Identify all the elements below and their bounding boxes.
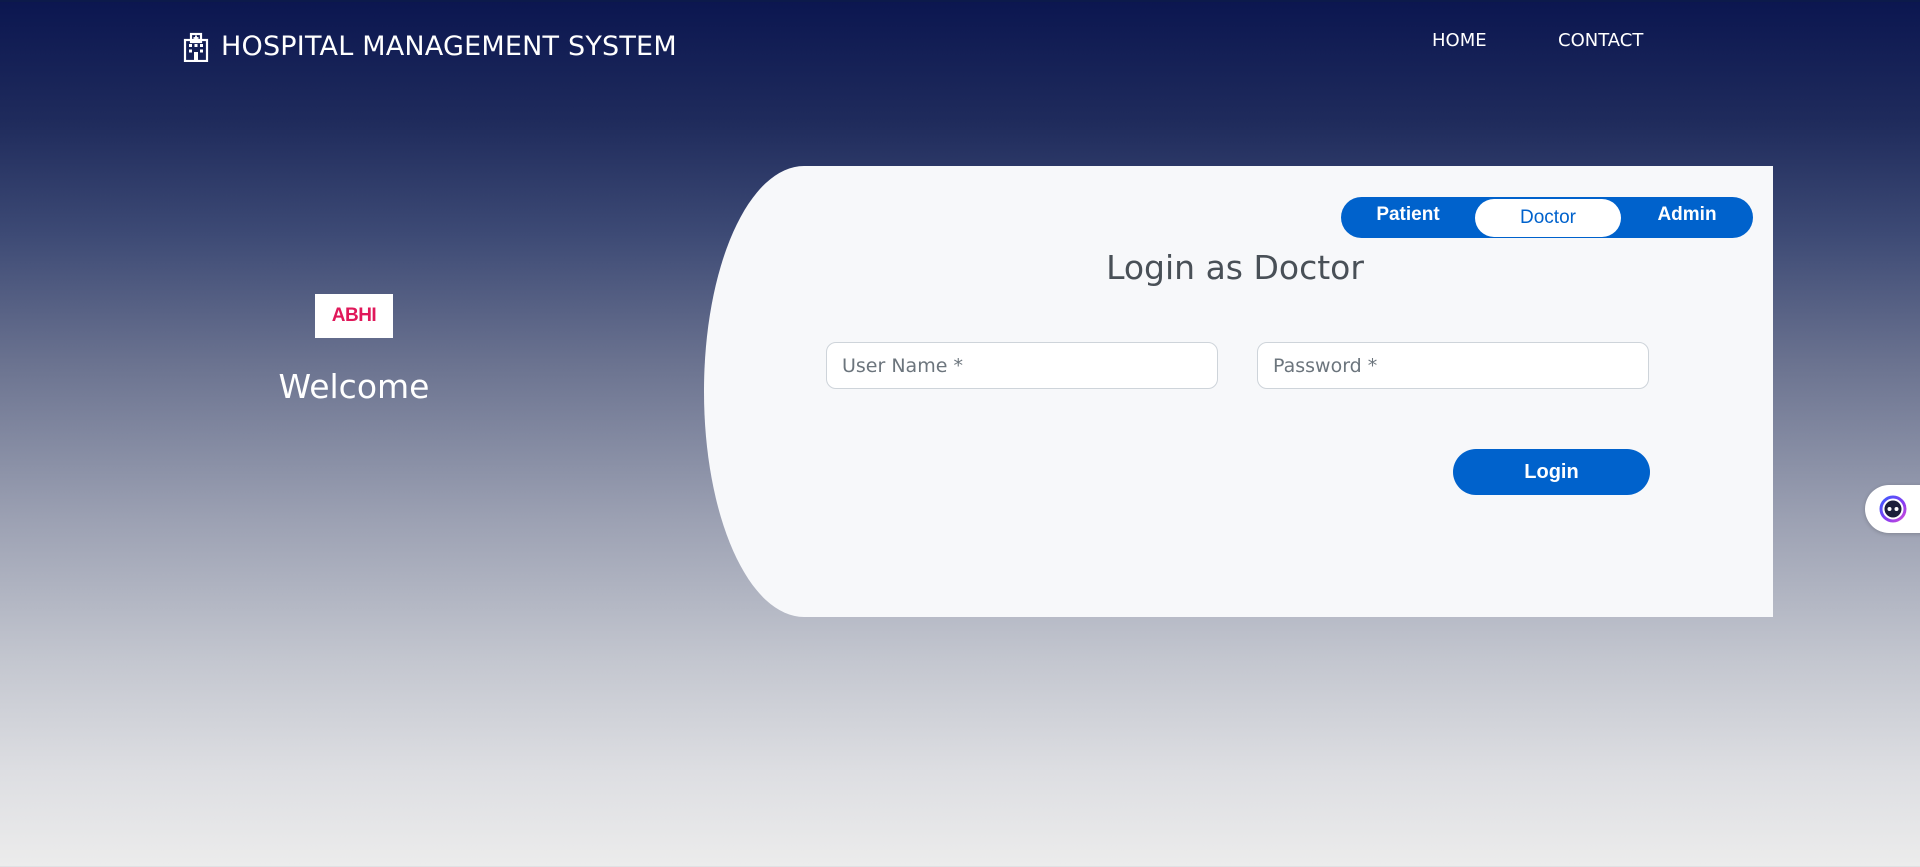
tab-admin[interactable]: Admin	[1621, 197, 1753, 238]
nav-home-link[interactable]: HOME	[1432, 30, 1487, 51]
nav-contact-link[interactable]: CONTACT	[1558, 30, 1643, 51]
welcome-heading: Welcome	[278, 367, 430, 406]
hospital-icon	[183, 32, 209, 62]
username-input[interactable]	[826, 342, 1218, 389]
brand: HOSPITAL MANAGEMENT SYSTEM	[183, 31, 677, 62]
login-button[interactable]: Login	[1453, 449, 1650, 495]
login-card: Patient Doctor Admin Login as Doctor Log…	[704, 166, 1773, 617]
password-input[interactable]	[1257, 342, 1649, 389]
app-title: HOSPITAL MANAGEMENT SYSTEM	[221, 31, 677, 62]
tab-patient[interactable]: Patient	[1341, 197, 1475, 238]
assistant-widget[interactable]	[1865, 485, 1920, 533]
tab-doctor[interactable]: Doctor	[1475, 199, 1621, 237]
top-border	[0, 0, 1920, 2]
assistant-bot-icon	[1879, 495, 1907, 523]
logo-text: ABHI	[331, 305, 377, 326]
login-title: Login as Doctor	[1106, 248, 1364, 287]
logo: ABHI	[315, 294, 393, 338]
role-switcher: Patient Doctor Admin	[1341, 197, 1753, 238]
